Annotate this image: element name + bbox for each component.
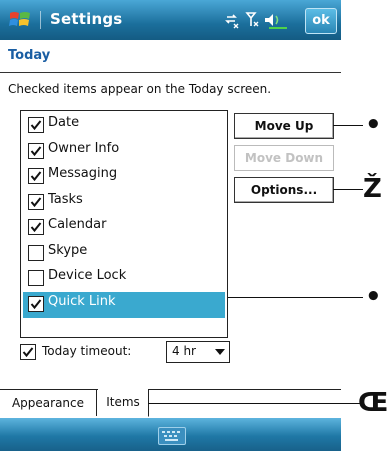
item-label: Date	[48, 115, 80, 130]
title-separator	[40, 11, 41, 29]
callout-line-3	[228, 297, 363, 298]
signal-icon	[245, 12, 259, 27]
list-item[interactable]: Skype	[23, 241, 225, 267]
item-label: Tasks	[48, 191, 83, 207]
list-item[interactable]: Date	[23, 113, 225, 139]
timeout-checkbox[interactable]	[20, 344, 36, 360]
list-item[interactable]: Messaging	[23, 164, 225, 190]
tab-items[interactable]: Items	[98, 389, 149, 417]
item-checkbox[interactable]	[28, 244, 44, 261]
softkey-bar	[0, 418, 341, 451]
item-label: Device Lock	[48, 268, 127, 283]
list-item[interactable]: Owner Info	[23, 139, 225, 165]
dropdown-arrow-icon	[215, 349, 225, 355]
callout-marker-2: Ž	[363, 174, 382, 204]
item-checkbox[interactable]	[28, 295, 44, 312]
callout-line-1	[333, 125, 363, 126]
timeout-select[interactable]: 4 hr	[166, 341, 230, 363]
connectivity-icon	[225, 14, 239, 29]
instructions-text: Checked items appear on the Today screen…	[8, 82, 272, 96]
windows-start-icon[interactable]	[8, 9, 32, 31]
timeout-label: Today timeout:	[42, 344, 132, 358]
window-title: Settings	[50, 10, 123, 28]
options-button[interactable]: Options...	[234, 177, 334, 203]
list-item[interactable]: Device Lock	[23, 266, 225, 292]
callout-marker-3: •	[365, 282, 382, 312]
device-screen: Settings ok Today Checked items appear o…	[0, 0, 341, 451]
callout-marker-4: Œ	[358, 388, 389, 418]
status-icons	[225, 9, 295, 31]
move-up-button[interactable]: Move Up	[234, 113, 334, 139]
item-label: Calendar	[48, 217, 107, 232]
list-item[interactable]: Tasks	[23, 190, 225, 216]
callout-marker-1: •	[365, 110, 382, 140]
item-checkbox[interactable]	[28, 219, 44, 235]
today-items-list[interactable]: Date Owner Info Messaging Tasks Calendar Skyp…	[20, 110, 228, 338]
item-checkbox[interactable]	[28, 117, 44, 133]
page-header: Today	[0, 40, 341, 73]
list-item[interactable]: Calendar	[23, 215, 225, 241]
timeout-value: 4 hr	[172, 344, 196, 358]
move-down-button[interactable]: Move Down	[234, 145, 334, 171]
item-label: Messaging	[48, 166, 118, 181]
item-label: Quick Link	[48, 293, 116, 309]
ok-button[interactable]: ok	[305, 8, 337, 34]
title-bar: Settings ok	[0, 0, 341, 40]
volume-icon	[265, 14, 287, 29]
item-label: Owner Info	[48, 140, 120, 156]
keyboard-icon[interactable]	[158, 427, 186, 445]
list-item[interactable]: Quick Link	[23, 291, 225, 318]
item-checkbox[interactable]	[28, 142, 44, 159]
callout-line-4	[148, 403, 360, 404]
tab-appearance[interactable]: Appearance	[0, 390, 97, 416]
item-checkbox[interactable]	[28, 168, 44, 184]
item-checkbox[interactable]	[28, 270, 44, 286]
page-title: Today	[8, 48, 51, 63]
item-checkbox[interactable]	[28, 193, 44, 210]
item-label: Skype	[48, 242, 88, 258]
callout-line-2	[333, 189, 363, 190]
